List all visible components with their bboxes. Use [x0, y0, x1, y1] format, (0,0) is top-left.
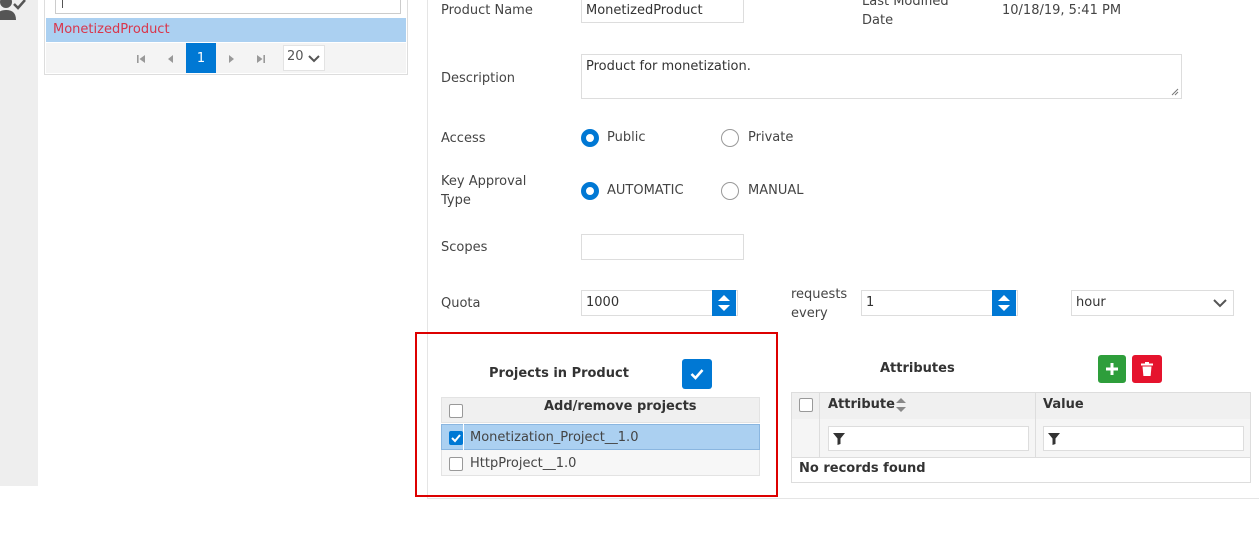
projects-column-header: Add/remove projects — [544, 399, 697, 414]
interval-unit-select[interactable]: hour — [1071, 290, 1234, 316]
select-all-attributes-checkbox[interactable] — [799, 398, 813, 412]
scopes-label: Scopes — [441, 240, 488, 255]
plus-icon — [1106, 363, 1118, 375]
requests-every-label: requests — [791, 287, 848, 302]
delete-attribute-button[interactable] — [1132, 355, 1162, 383]
last-page-icon[interactable] — [253, 51, 269, 67]
user-check-icon[interactable] — [0, 0, 26, 20]
current-page-button[interactable]: 1 — [186, 43, 216, 73]
product-filter-input[interactable] — [55, 0, 401, 14]
description-textarea[interactable]: Product for monetization. — [581, 54, 1182, 99]
product-list-item-label: MonetizedProduct — [53, 22, 170, 37]
no-records-message: No records found — [799, 461, 926, 476]
access-label: Access — [441, 131, 486, 146]
page-size-value: 20 — [287, 49, 304, 64]
access-private-radio[interactable] — [721, 129, 739, 147]
approval-manual-radio[interactable] — [721, 182, 739, 200]
filter-icon — [1048, 433, 1060, 445]
product-name-input[interactable]: MonetizedProduct — [581, 0, 744, 23]
scopes-input[interactable] — [581, 234, 744, 260]
last-modified-value: 10/18/19, 5:41 PM — [1002, 3, 1122, 18]
quota-spinner[interactable] — [712, 290, 736, 316]
project-checkbox[interactable] — [449, 457, 463, 471]
quota-label: Quota — [441, 296, 481, 311]
spin-down-icon[interactable] — [998, 305, 1010, 311]
product-list-item-selected[interactable]: MonetizedProduct — [46, 18, 406, 42]
page-size-select[interactable]: 20 — [283, 45, 325, 71]
chevron-down-icon — [1213, 299, 1227, 308]
last-modified-label: Last Modified — [862, 0, 949, 9]
sort-icon[interactable] — [896, 398, 906, 412]
approval-automatic-radio[interactable] — [581, 182, 599, 200]
spin-up-icon[interactable] — [998, 295, 1010, 301]
projects-title: Projects in Product — [489, 366, 629, 381]
chevron-down-icon — [308, 55, 320, 63]
resize-handle-icon[interactable] — [1171, 88, 1179, 96]
trash-icon — [1141, 362, 1153, 376]
add-attribute-button[interactable] — [1098, 355, 1126, 383]
row-divider — [463, 424, 464, 450]
last-modified-label-line2: Date — [862, 13, 894, 28]
quota-value: 1000 — [586, 295, 620, 310]
key-approval-label: Key Approval — [441, 174, 527, 189]
attribute-filter-input[interactable] — [828, 426, 1029, 451]
attribute-column-header[interactable]: Attribute — [828, 397, 895, 412]
access-public-label: Public — [607, 130, 646, 145]
interval-value: 1 — [866, 295, 875, 310]
row-divider — [792, 457, 1250, 458]
value-filter-input[interactable] — [1043, 426, 1244, 451]
check-icon — [690, 369, 704, 380]
value-column-header[interactable]: Value — [1043, 397, 1084, 412]
attributes-title: Attributes — [880, 361, 955, 376]
column-divider — [819, 393, 820, 457]
requests-every-label-line2: every — [791, 306, 828, 321]
first-page-icon[interactable] — [133, 51, 149, 67]
check-icon — [451, 434, 461, 443]
apply-projects-button[interactable] — [682, 359, 712, 389]
project-name: Monetization_Project__1.0 — [470, 430, 639, 445]
approval-manual-label: MANUAL — [748, 183, 804, 198]
description-label: Description — [441, 71, 516, 86]
prev-page-icon[interactable] — [163, 51, 179, 67]
approval-automatic-label: AUTOMATIC — [607, 183, 684, 198]
product-name-label: Product Name — [441, 3, 533, 18]
next-page-icon[interactable] — [223, 51, 239, 67]
product-name-value: MonetizedProduct — [586, 3, 703, 18]
form-bottom-divider — [428, 498, 1259, 499]
project-name: HttpProject__1.0 — [470, 456, 577, 471]
filter-icon — [833, 433, 845, 445]
spin-down-icon[interactable] — [718, 305, 730, 311]
column-divider — [1035, 393, 1036, 457]
interval-unit-value: hour — [1076, 295, 1106, 310]
description-value: Product for monetization. — [586, 59, 751, 74]
key-approval-label-line2: Type — [441, 193, 471, 208]
left-nav-bar — [0, 0, 38, 486]
access-private-label: Private — [748, 130, 794, 145]
project-checkbox-checked[interactable] — [449, 431, 463, 445]
access-public-radio[interactable] — [581, 129, 599, 147]
spin-up-icon[interactable] — [718, 295, 730, 301]
select-all-projects-checkbox[interactable] — [449, 404, 463, 418]
interval-spinner[interactable] — [992, 290, 1016, 316]
